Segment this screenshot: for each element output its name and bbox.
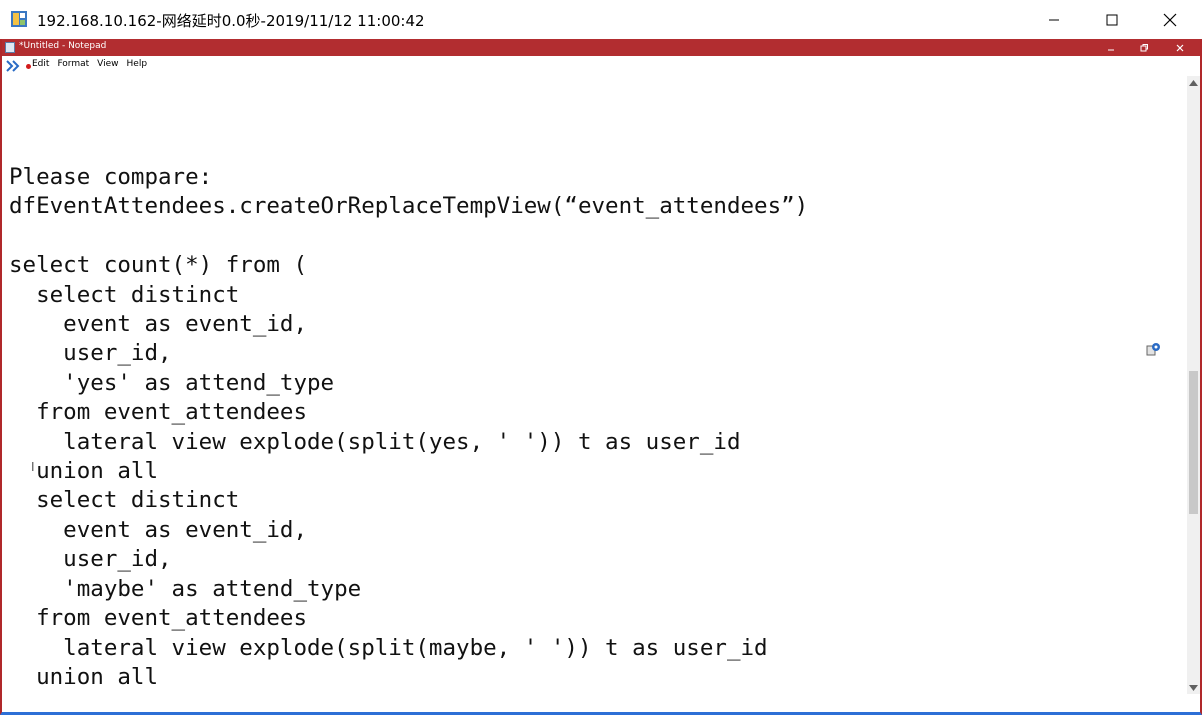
menu-bar: Edit Format View Help xyxy=(2,56,1200,76)
maximize-icon xyxy=(1106,14,1118,25)
scroll-thumb[interactable] xyxy=(1189,371,1198,514)
notepad-minimize-button[interactable] xyxy=(1096,39,1126,56)
notepad-title: *Untitled - Notepad xyxy=(19,41,107,51)
menu-edit[interactable]: Edit xyxy=(32,59,49,69)
maximize-button[interactable] xyxy=(1089,0,1135,39)
notepad-title-bar: *Untitled - Notepad xyxy=(2,39,1200,56)
notepad-restore-button[interactable] xyxy=(1129,39,1159,56)
vertical-scrollbar[interactable] xyxy=(1187,76,1200,694)
pointer-badge-icon xyxy=(1146,342,1162,358)
recording-dot-icon xyxy=(26,64,31,69)
minimize-icon xyxy=(1049,19,1059,20)
chevron-double-right-icon[interactable] xyxy=(5,59,21,73)
minimize-button[interactable] xyxy=(1031,0,1077,39)
editor-text[interactable]: Please compare: dfEventAttendees.createO… xyxy=(9,163,808,692)
notepad-close-button[interactable] xyxy=(1165,39,1195,56)
close-button[interactable] xyxy=(1147,0,1193,39)
outer-title-bar: 192.168.10.162-网络延时0.0秒-2019/11/12 11:00… xyxy=(0,0,1202,40)
window-title: 192.168.10.162-网络延时0.0秒-2019/11/12 11:00… xyxy=(37,12,425,30)
close-icon xyxy=(1163,13,1177,26)
notepad-icon xyxy=(5,42,15,53)
menu-format[interactable]: Format xyxy=(57,59,89,69)
scroll-up-icon[interactable] xyxy=(1187,76,1200,89)
menu-view[interactable]: View xyxy=(97,59,118,69)
remote-desktop-icon xyxy=(10,10,28,28)
notepad-editor[interactable]: Please compare: dfEventAttendees.createO… xyxy=(2,76,1187,694)
restore-icon xyxy=(1140,43,1148,51)
minimize-icon xyxy=(1108,49,1114,50)
ibeam-cursor-icon: I xyxy=(31,460,35,474)
menu-help[interactable]: Help xyxy=(127,59,148,69)
scroll-down-icon[interactable] xyxy=(1187,681,1200,694)
close-icon xyxy=(1176,44,1184,51)
